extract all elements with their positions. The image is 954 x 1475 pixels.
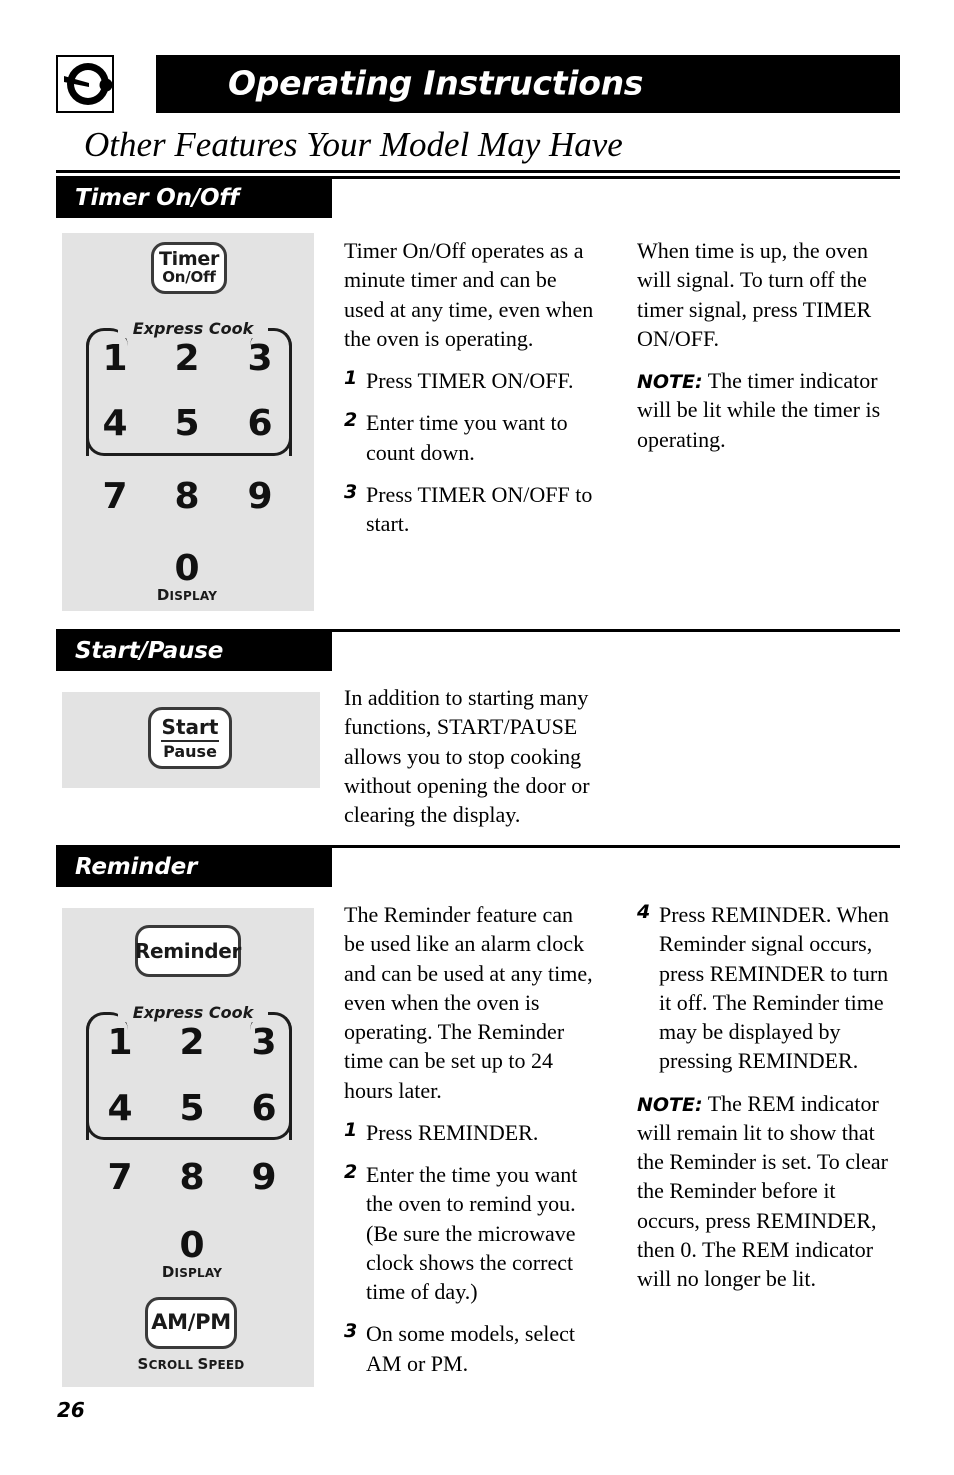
keypad-key-3[interactable]: 3 (240, 341, 280, 377)
page-header: Operating Instructions (56, 55, 900, 113)
start-column-middle: In addition to starting many functions, … (344, 683, 594, 829)
keypad-key-3[interactable]: 3 (244, 1025, 284, 1061)
keypad-key-9[interactable]: 9 (240, 479, 280, 515)
page-title: Other Features Your Model May Have (84, 125, 623, 164)
timer-step-3-text: Press TIMER ON/OFF to start. (366, 481, 593, 536)
page-number: 26 (57, 1398, 85, 1422)
timer-intro-paragraph: Timer On/Off operates as a minute timer … (344, 238, 594, 351)
start-button-line2: Pause (163, 741, 217, 761)
timer-note: NOTE: The timer indicator will be lit wh… (637, 366, 897, 454)
timer-right-paragraph: When time is up, the oven will signal. T… (637, 238, 872, 351)
manual-page: Operating Instructions Other Features Yo… (0, 0, 954, 1475)
timer-step-1-number: 1 (344, 367, 358, 389)
display-sublabel-reminder: DISPLAY (161, 1263, 223, 1281)
section-heading-start: Start/Pause (56, 632, 332, 671)
reminder-button-label: Reminder (134, 938, 242, 963)
reminder-step-2-text: Enter the time you want the oven to remi… (366, 1162, 578, 1304)
keypad-key-1[interactable]: 1 (100, 1025, 140, 1061)
timer-step-1-text: Press TIMER ON/OFF. (366, 368, 574, 393)
reminder-note: NOTE: The REM indicator will remain lit … (637, 1089, 899, 1294)
keypad-key-6[interactable]: 6 (240, 406, 280, 442)
keypad-key-2[interactable]: 2 (172, 1025, 212, 1061)
display-sublabel-reminder-rest: ISPLAY (174, 1266, 223, 1280)
display-sublabel: DISPLAY (156, 586, 218, 604)
reminder-step-3-text: On some models, select AM or PM. (366, 1321, 575, 1376)
knob-dial-icon (56, 55, 114, 113)
keypad-key-1[interactable]: 1 (95, 341, 135, 377)
reminder-step-1-text: Press REMINDER. (366, 1119, 539, 1145)
header-title: Operating Instructions (228, 63, 644, 103)
start-intro-paragraph: In addition to starting many functions, … (344, 685, 590, 827)
timer-button-line1: Timer (158, 248, 220, 271)
keypad-key-0[interactable]: 0 (172, 1228, 212, 1264)
reminder-step-1-number: 1 (344, 1118, 358, 1141)
keypad-key-5[interactable]: 5 (172, 1091, 212, 1127)
section-heading-timer-label: Timer On/Off (75, 184, 239, 211)
reminder-column-middle: The Reminder feature can be used like an… (344, 900, 596, 1391)
timer-step-3: 3 Press TIMER ON/OFF to start. (344, 480, 594, 539)
keypad-key-8[interactable]: 8 (167, 479, 207, 515)
title-divider (56, 170, 900, 173)
timer-step-1: 1 Press TIMER ON/OFF. (344, 366, 594, 395)
control-panel-reminder: Reminder Express Cook 1 2 3 4 5 6 7 8 9 … (62, 908, 314, 1387)
reminder-step-2: 2 Enter the time you want the oven to re… (344, 1160, 596, 1306)
control-panel-timer: Timer On/Off Express Cook 1 2 3 4 5 6 7 … (62, 233, 314, 611)
reminder-button[interactable]: Reminder (135, 925, 241, 977)
timer-column-middle: Timer On/Off operates as a minute timer … (344, 236, 594, 551)
timer-note-label: NOTE: (637, 371, 703, 393)
reminder-step-2-number: 2 (344, 1161, 358, 1183)
timer-step-2: 2 Enter time you want to count down. (344, 408, 594, 467)
keypad-key-5[interactable]: 5 (167, 406, 207, 442)
timer-button-line2: On/Off (162, 267, 216, 286)
express-cook-label-reminder: Express Cook (118, 1003, 268, 1022)
header-banner: Operating Instructions (156, 55, 900, 113)
reminder-column-right: 4 Press REMINDER. When Reminder signal o… (637, 900, 899, 1293)
reminder-step-3-number: 3 (344, 1320, 358, 1343)
reminder-step-1: 1 Press REMINDER. (344, 1118, 596, 1147)
keypad-key-0[interactable]: 0 (167, 551, 207, 587)
keypad-key-7[interactable]: 7 (100, 1160, 140, 1196)
display-sublabel-rest: ISPLAY (169, 589, 218, 603)
keypad-key-8[interactable]: 8 (172, 1160, 212, 1196)
reminder-note-text: The REM indicator will remain lit to sho… (637, 1090, 888, 1292)
start-pause-button[interactable]: Start Pause (148, 707, 232, 769)
keypad-key-7[interactable]: 7 (95, 479, 135, 515)
section-heading-reminder-label: Reminder (75, 853, 198, 880)
express-cook-label: Express Cook (118, 319, 268, 338)
timer-on-off-button[interactable]: Timer On/Off (151, 242, 227, 294)
am-pm-button-label: AM/PM (151, 1310, 231, 1335)
keypad-key-9[interactable]: 9 (244, 1160, 284, 1196)
timer-step-3-number: 3 (344, 480, 358, 503)
timer-step-2-text: Enter time you want to count down. (366, 410, 568, 465)
reminder-step-3: 3 On some models, select AM or PM. (344, 1319, 596, 1378)
am-pm-button[interactable]: AM/PM (145, 1297, 237, 1349)
reminder-step-4-number: 4 (637, 901, 651, 923)
reminder-note-label: NOTE: (637, 1093, 703, 1116)
start-button-line1: Start (161, 714, 219, 739)
keypad-key-4[interactable]: 4 (100, 1091, 140, 1127)
reminder-intro-paragraph: The Reminder feature can be used like an… (344, 902, 593, 1103)
reminder-step-4: 4 Press REMINDER. When Reminder signal o… (637, 900, 899, 1076)
keypad-key-2[interactable]: 2 (167, 341, 207, 377)
keypad-key-6[interactable]: 6 (244, 1091, 284, 1127)
section-heading-reminder: Reminder (56, 848, 332, 887)
control-panel-start: Start Pause (62, 692, 320, 788)
section-heading-start-label: Start/Pause (75, 637, 224, 664)
reminder-step-4-text: Press REMINDER. When Reminder signal occ… (659, 902, 889, 1074)
section-heading-timer: Timer On/Off (56, 179, 332, 218)
timer-step-2-number: 2 (344, 409, 358, 432)
scroll-speed-sublabel: SCROLL SPEED (137, 1355, 245, 1373)
timer-column-right: When time is up, the oven will signal. T… (637, 236, 897, 454)
keypad-key-4[interactable]: 4 (95, 406, 135, 442)
